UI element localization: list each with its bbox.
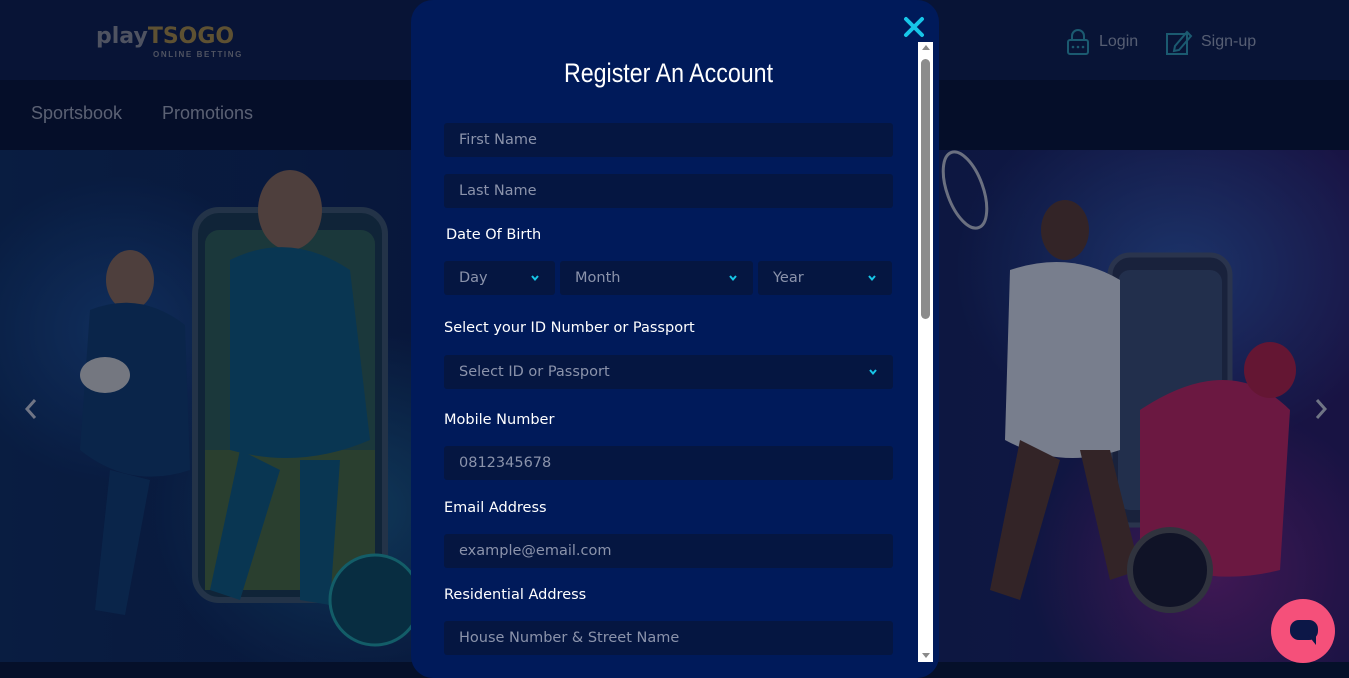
scrollbar-thumb[interactable] [921,59,930,319]
dob-year-select[interactable]: Year [758,261,892,295]
chevron-down-icon [729,275,737,282]
modal-scrollbar[interactable] [918,42,933,662]
dob-label: Date Of Birth [446,227,542,243]
address-label: Residential Address [444,587,587,603]
scroll-up-arrow-icon[interactable] [922,45,930,50]
id-label: Select your ID Number or Passport [444,320,695,336]
chevron-down-icon [868,275,876,282]
dob-day-value: Day [459,270,488,286]
email-input[interactable]: example@email.com [444,534,893,568]
dob-month-select[interactable]: Month [560,261,753,295]
chevron-down-icon [531,275,539,282]
id-type-value: Select ID or Passport [459,364,610,380]
id-type-select[interactable]: Select ID or Passport [444,355,893,389]
dob-year-value: Year [773,270,804,286]
dob-month-value: Month [575,270,621,286]
first-name-input[interactable]: First Name [444,123,893,157]
email-label: Email Address [444,500,547,516]
street-address-input[interactable]: House Number & Street Name [444,621,893,655]
dob-day-select[interactable]: Day [444,261,555,295]
close-icon[interactable] [903,16,925,38]
mobile-input[interactable]: 0812345678 [444,446,893,480]
chat-button[interactable] [1271,599,1335,663]
scroll-down-arrow-icon[interactable] [922,653,930,658]
chat-icon-tail [1308,635,1316,645]
chevron-down-icon [869,369,877,376]
modal-title: Register An Account [563,58,774,88]
last-name-input[interactable]: Last Name [444,174,893,208]
mobile-label: Mobile Number [444,412,555,428]
register-modal [411,0,939,678]
